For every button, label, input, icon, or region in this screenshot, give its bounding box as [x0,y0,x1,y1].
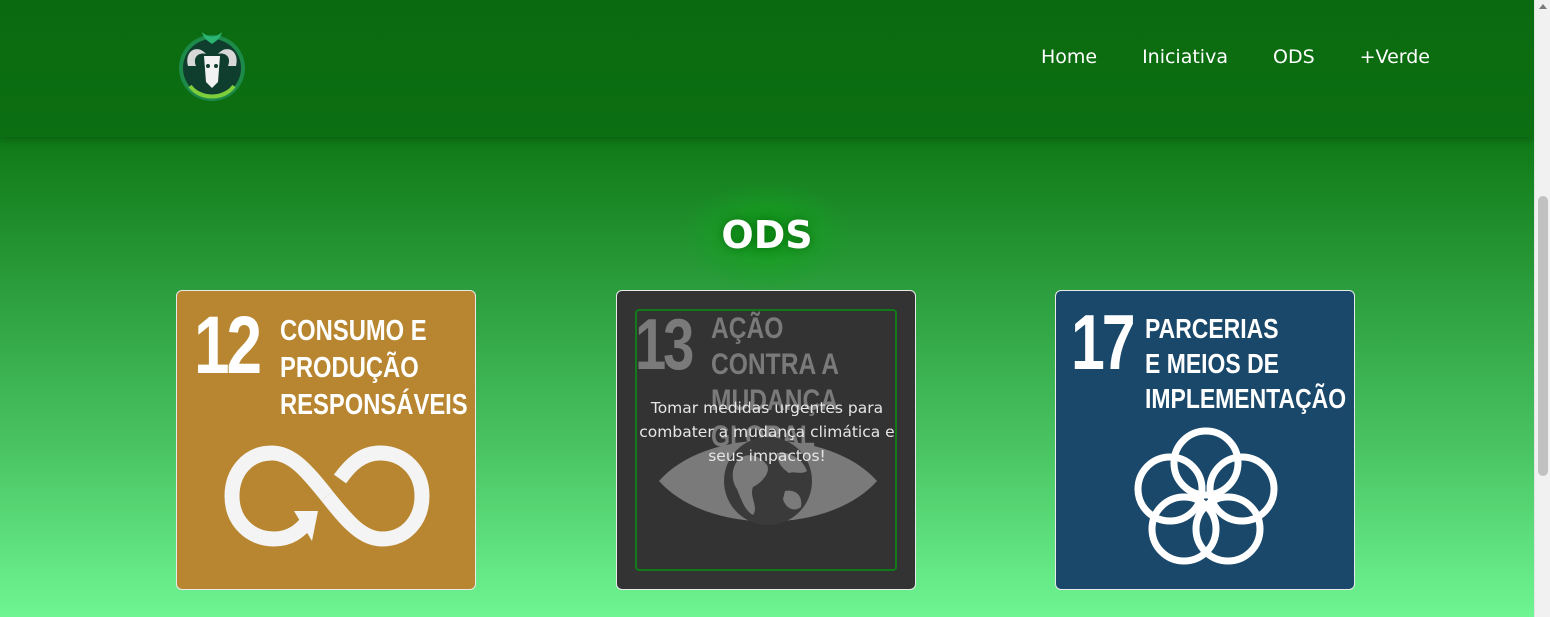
nav-iniciativa[interactable]: Iniciativa [1142,44,1228,70]
ods-number: 13 [635,305,694,385]
infinity-arrow-icon [224,445,430,547]
nav-home[interactable]: Home [1041,44,1097,70]
main-nav: Home Iniciativa ODS +Verde [996,44,1430,70]
nav-ods[interactable]: ODS [1273,44,1315,70]
section-title: ODS [721,213,813,257]
page-viewport: Home Iniciativa ODS +Verde ODS 12 CONSUM… [0,0,1534,617]
ods-title: CONSUMO E PRODUÇÃO RESPONSÁVEIS [280,315,468,421]
ods-card-12[interactable]: 12 CONSUMO E PRODUÇÃO RESPONSÁVEIS [176,290,476,590]
site-header: Home Iniciativa ODS +Verde [0,0,1534,137]
ram-logo-icon [179,32,245,101]
scroll-thumb[interactable] [1538,196,1548,476]
ods-card-13[interactable]: 13 AÇÃO CONTRA A MUDANÇA GLOBAL DO CLIMA… [616,290,916,590]
page-scrollbar[interactable] [1534,0,1550,617]
logo[interactable] [176,26,248,104]
ods-description: Tomar medidas urgentes para combater a m… [639,399,895,465]
ods-number: 17 [1071,298,1136,386]
scroll-up-icon[interactable] [1539,4,1547,9]
ods-number: 12 [194,300,262,391]
ods-card-17[interactable]: 17 PARCERIAS E MEIOS DE IMPLEMENTAÇÃO [1055,290,1355,590]
ods-title: PARCERIAS E MEIOS DE IMPLEMENTAÇÃO [1145,313,1347,414]
nav-mais-verde[interactable]: +Verde [1360,44,1430,70]
interlocking-rings-icon [1134,427,1278,565]
